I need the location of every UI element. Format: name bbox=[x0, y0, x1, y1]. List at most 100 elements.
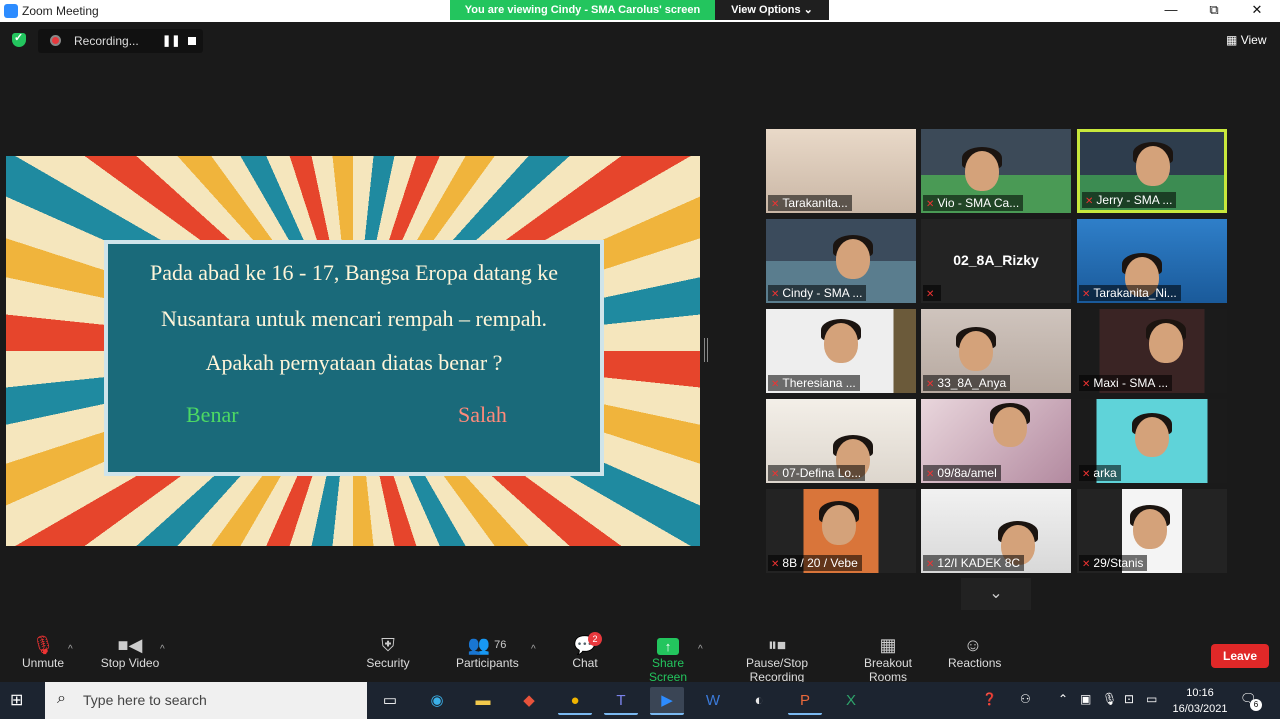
participant-label: ✕ 09/8a/amel bbox=[923, 465, 1001, 481]
participant-label: ✕ Jerry - SMA ... bbox=[1082, 192, 1177, 208]
close-button[interactable]: ✕ bbox=[1234, 0, 1280, 22]
edge-browser-icon[interactable]: ◉ bbox=[420, 687, 454, 715]
network-icon[interactable]: ⊡ bbox=[1124, 692, 1134, 706]
participant-tile[interactable]: ✕ Vio - SMA Ca... bbox=[921, 129, 1071, 213]
meeting-toolbar: 🎙 Unmute ^ ■◀ Stop Video ^ ⛨ Security 👥 7… bbox=[0, 628, 1280, 684]
chrome-browser-icon[interactable]: ● bbox=[558, 687, 592, 715]
stop-video-button[interactable]: ■◀ Stop Video bbox=[100, 634, 160, 670]
excel-app-icon[interactable]: X bbox=[834, 687, 868, 715]
help-icon[interactable]: ❓ bbox=[982, 692, 997, 706]
restore-button[interactable]: ⧉ bbox=[1191, 0, 1237, 22]
muted-mic-icon: ✕ bbox=[771, 289, 780, 300]
powerpoint-app-icon[interactable]: P bbox=[788, 687, 822, 715]
participant-name: 09/8a/amel bbox=[937, 466, 997, 480]
gallery-next-page-button[interactable]: ⌄ bbox=[961, 578, 1031, 610]
view-options-button[interactable]: View Options ⌄ bbox=[715, 0, 829, 20]
taskbar-search-box[interactable]: ⌕ Type here to search bbox=[45, 682, 367, 719]
reactions-button[interactable]: ☺ Reactions bbox=[948, 634, 1001, 670]
participant-tile[interactable]: ✕ 12/I KADEK 8C bbox=[921, 489, 1071, 573]
question-line-1: Pada abad ke 16 - 17, Bangsa Eropa datan… bbox=[149, 260, 559, 285]
participant-tile[interactable]: ✕ 09/8a/amel bbox=[921, 399, 1071, 483]
notification-count: 6 bbox=[1250, 699, 1262, 711]
muted-mic-icon: ✕ bbox=[771, 199, 780, 210]
muted-mic-icon: ✕ bbox=[1082, 559, 1091, 570]
participant-tile[interactable]: ✕ 07-Defina Lo... bbox=[766, 399, 916, 483]
participant-face bbox=[1133, 509, 1167, 549]
unmute-button[interactable]: 🎙 Unmute bbox=[20, 634, 66, 670]
record-dot-icon bbox=[50, 35, 61, 46]
store-app-icon[interactable]: ◆ bbox=[512, 687, 546, 715]
muted-mic-icon: 🎙 bbox=[31, 635, 55, 655]
participant-name: Cindy - SMA ... bbox=[782, 286, 863, 300]
taskbar-clock[interactable]: 10:16 16/03/2021 bbox=[1170, 685, 1230, 717]
share-screen-button[interactable]: ↑ Share Screen bbox=[634, 634, 702, 684]
participant-tile[interactable]: ✕ Cindy - SMA ... bbox=[766, 219, 916, 303]
participant-face bbox=[965, 151, 999, 191]
pause-stop-icon: ⏸⏹ bbox=[768, 635, 786, 655]
muted-mic-icon: ✕ bbox=[926, 559, 935, 570]
participant-tile[interactable]: ✕ 29/Stanis bbox=[1077, 489, 1227, 573]
view-button[interactable]: ▦ View bbox=[1226, 33, 1266, 47]
participant-tile[interactable]: ✕ Tarakanita... bbox=[766, 129, 916, 213]
file-explorer-icon[interactable]: ▬ bbox=[466, 687, 500, 715]
microphone-tray-icon[interactable]: 🎙 bbox=[1102, 692, 1117, 706]
participant-face bbox=[1135, 417, 1169, 457]
zoom-app-icon[interactable]: ▶ bbox=[650, 687, 684, 715]
security-button[interactable]: ⛨ Security bbox=[362, 634, 414, 670]
participant-tile[interactable]: ✕ 8B / 20 / Vebe bbox=[766, 489, 916, 573]
participant-label: ✕ bbox=[923, 285, 942, 301]
participant-tile[interactable]: ✕ arka bbox=[1077, 399, 1227, 483]
smiley-icon: ☺ bbox=[963, 635, 983, 655]
participant-tile[interactable]: ✕ Tarakanita_Ni... bbox=[1077, 219, 1227, 303]
muted-mic-icon: ✕ bbox=[926, 379, 935, 390]
participant-face bbox=[1136, 146, 1170, 186]
chevron-down-icon: ⌄ bbox=[989, 585, 1003, 602]
participant-tile[interactable]: ✕ 33_8A_Anya bbox=[921, 309, 1071, 393]
participants-count: 76 bbox=[494, 639, 507, 651]
shield-icon[interactable] bbox=[12, 31, 26, 47]
muted-mic-icon: ✕ bbox=[1082, 469, 1091, 480]
breakout-rooms-button[interactable]: ▦ Breakout Rooms bbox=[846, 634, 930, 684]
participant-tile[interactable]: ✕ Jerry - SMA ... bbox=[1077, 129, 1227, 213]
participant-tile[interactable]: ✕ Maxi - SMA ... bbox=[1077, 309, 1227, 393]
participant-name: Tarakanita_Ni... bbox=[1093, 286, 1177, 300]
participants-button[interactable]: 👥 76 Participants bbox=[456, 634, 519, 670]
participant-tile[interactable]: 02_8A_Rizky ✕ bbox=[921, 219, 1071, 303]
zoom-tray-icon[interactable]: ▣ bbox=[1080, 692, 1091, 706]
panel-resize-handle[interactable] bbox=[704, 338, 708, 362]
muted-mic-icon: ✕ bbox=[926, 199, 935, 210]
clock-time: 10:16 bbox=[1186, 687, 1214, 699]
recording-label: Recording... bbox=[74, 34, 139, 48]
grid-icon: ▦ bbox=[1226, 33, 1238, 47]
participant-name: arka bbox=[1093, 466, 1117, 480]
tray-chevron-up-icon[interactable]: ⌃ bbox=[1058, 692, 1068, 706]
question-box: Pada abad ke 16 - 17, Bangsa Eropa datan… bbox=[104, 240, 604, 476]
people-icon[interactable]: ⚇ bbox=[1020, 692, 1031, 706]
windows-start-icon[interactable]: ⊞ bbox=[10, 690, 32, 712]
participant-face bbox=[822, 505, 856, 545]
participant-tile[interactable]: ✕ Theresiana ... bbox=[766, 309, 916, 393]
participant-label: ✕ 33_8A_Anya bbox=[923, 375, 1011, 391]
participant-label: ✕ Tarakanita_Ni... bbox=[1079, 285, 1181, 301]
notification-center-icon[interactable]: 🗨 6 bbox=[1240, 691, 1262, 711]
minimize-button[interactable]: — bbox=[1148, 0, 1194, 22]
chevron-down-icon: ⌄ bbox=[803, 4, 813, 16]
clock-date: 16/03/2021 bbox=[1172, 703, 1228, 715]
shared-screen: Pada abad ke 16 - 17, Bangsa Eropa datan… bbox=[6, 156, 700, 546]
chat-badge: 2 bbox=[588, 632, 602, 646]
teams-app-icon[interactable]: T bbox=[604, 687, 638, 715]
stop-icon[interactable] bbox=[188, 37, 196, 45]
pause-icon[interactable]: ❚❚ bbox=[162, 34, 180, 47]
pause-stop-recording-button[interactable]: ⏸⏹ Pause/Stop Recording bbox=[721, 634, 833, 684]
battery-icon[interactable]: ▭ bbox=[1146, 692, 1157, 706]
muted-mic-icon: ✕ bbox=[771, 469, 780, 480]
participant-face bbox=[836, 239, 870, 279]
participants-icon: 👥 76 bbox=[467, 635, 507, 655]
participant-name: 33_8A_Anya bbox=[937, 376, 1007, 390]
word-app-icon[interactable]: W bbox=[696, 687, 730, 715]
task-view-icon[interactable]: ▭ bbox=[373, 687, 407, 715]
paint-app-icon[interactable]: ◐ bbox=[742, 687, 776, 715]
chat-button[interactable]: 💬 2 Chat bbox=[568, 632, 602, 670]
leave-button[interactable]: Leave bbox=[1211, 644, 1269, 668]
participant-face bbox=[959, 331, 993, 371]
